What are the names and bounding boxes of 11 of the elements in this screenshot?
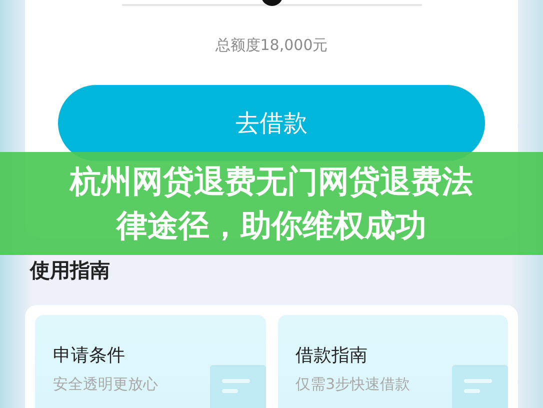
guide-tile[interactable]: 借款指南 仅需3步快速借款 bbox=[278, 315, 508, 408]
banner-title: 杭州网贷退费无门网贷退费法律途径，助你维权成功 bbox=[68, 162, 474, 246]
tile-title: 申请条件 bbox=[53, 344, 126, 367]
guide-tile[interactable]: 申请条件 安全透明更放心 bbox=[35, 315, 266, 408]
section-heading: 使用指南 bbox=[30, 257, 111, 284]
tile-subtitle: 安全透明更放心 bbox=[53, 375, 159, 394]
document-icon bbox=[452, 365, 508, 408]
tile-title: 借款指南 bbox=[296, 344, 368, 367]
document-icon bbox=[210, 365, 266, 408]
tile-subtitle: 仅需3步快速借款 bbox=[296, 375, 412, 394]
total-limit: 总额度18,000元 bbox=[215, 36, 328, 55]
